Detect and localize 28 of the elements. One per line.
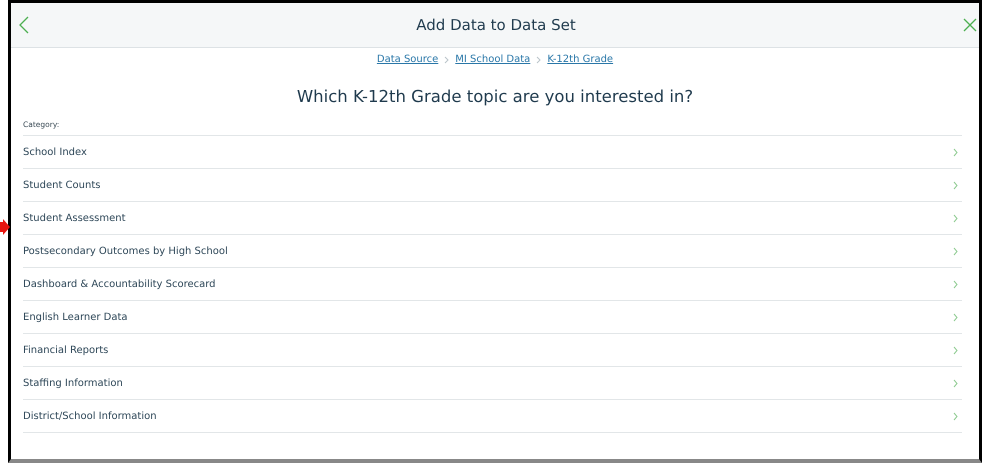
breadcrumb-link[interactable]: MI School Data xyxy=(455,54,530,65)
category-row[interactable]: Postsecondary Outcomes by High School xyxy=(23,235,962,268)
window-title: Add Data to Data Set xyxy=(416,16,576,34)
chevron-icon xyxy=(953,412,958,420)
close-button[interactable] xyxy=(963,18,977,32)
breadcrumb-link[interactable]: K-12th Grade xyxy=(547,54,614,65)
category-row[interactable]: Financial Reports xyxy=(23,334,962,367)
category-row[interactable]: Dashboard & Accountability Scorecard xyxy=(23,268,962,301)
category-row[interactable]: Student Counts xyxy=(23,169,962,202)
category-row[interactable]: Student Assessment xyxy=(23,202,962,235)
chevron-icon xyxy=(953,280,958,288)
back-button[interactable] xyxy=(19,16,29,34)
chevron-icon xyxy=(953,378,958,388)
chevron-icon xyxy=(953,346,958,354)
pointer-arrow-icon xyxy=(0,219,10,235)
chevron-icon xyxy=(953,246,958,256)
chevron-icon xyxy=(953,312,958,322)
category-row[interactable]: English Learner Data xyxy=(23,301,962,334)
category-row[interactable]: District/School Information xyxy=(23,400,962,433)
question-heading: Which K-12th Grade topic are you interested in? xyxy=(296,87,694,106)
chevron-icon xyxy=(953,180,958,190)
chevron-icon xyxy=(953,214,958,222)
category-row[interactable]: School Index xyxy=(23,136,962,169)
chevron-icon xyxy=(953,148,958,156)
chevron-icon xyxy=(444,56,450,64)
category-row[interactable]: Staffing Information xyxy=(23,367,962,400)
chevron-icon xyxy=(536,56,542,64)
breadcrumb-link[interactable]: Data Source xyxy=(376,54,438,65)
